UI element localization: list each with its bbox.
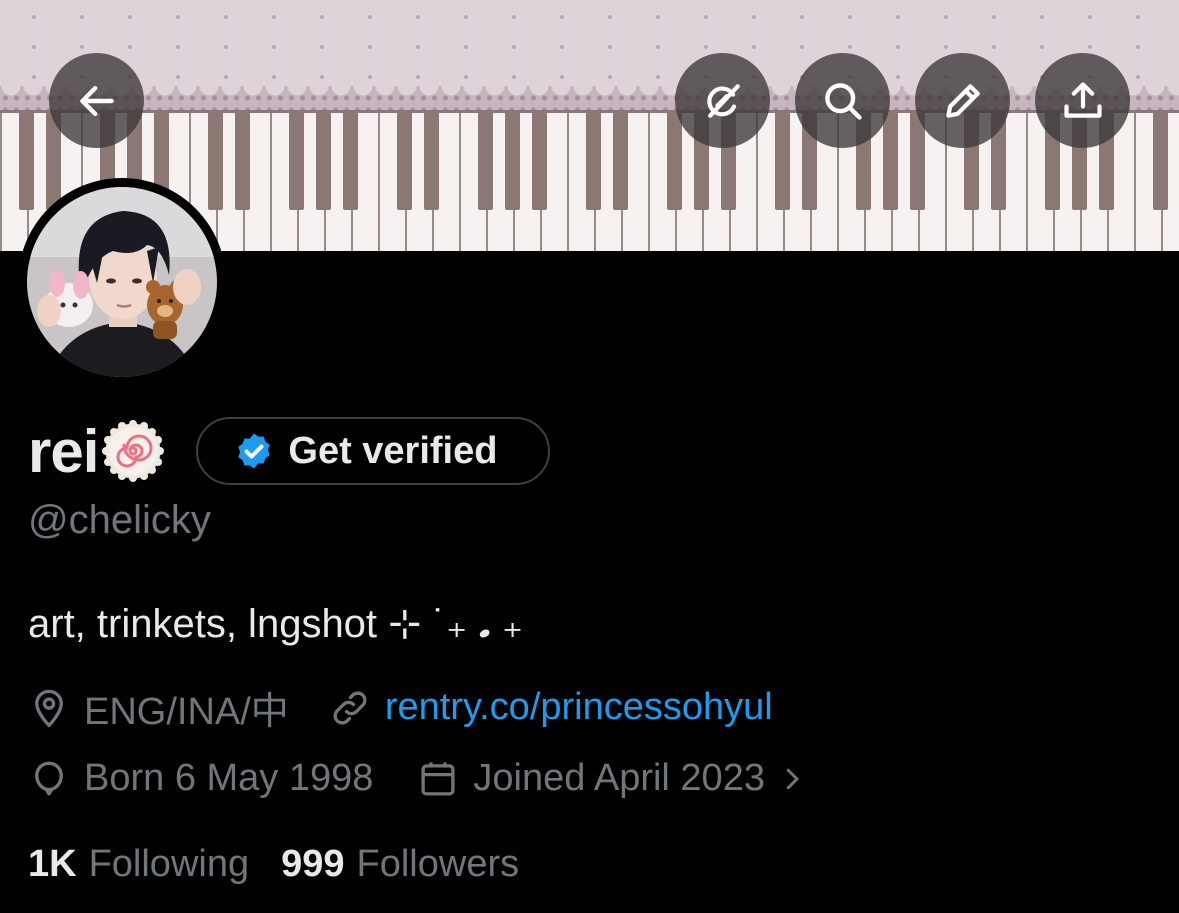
banner-black-key	[343, 113, 358, 210]
banner-black-key	[397, 113, 412, 210]
banner-black-key	[208, 113, 223, 210]
banner-black-key	[883, 113, 898, 210]
back-button[interactable]	[49, 53, 144, 148]
link-icon	[333, 691, 367, 724]
get-verified-button[interactable]: Get verified	[196, 417, 551, 485]
following-stat[interactable]: 1K Following	[28, 843, 249, 886]
avatar[interactable]	[18, 178, 226, 386]
location-text: ENG/INA/中	[84, 691, 289, 733]
followers-stat[interactable]: 999 Followers	[281, 843, 519, 886]
joined-text: Joined April 2023	[473, 757, 765, 799]
birthday-text: Born 6 May 1998	[84, 757, 374, 799]
following-count: 1K	[28, 843, 77, 885]
joined-date[interactable]: Joined April 2023	[417, 757, 807, 800]
birthday: Born 6 May 1998	[28, 757, 373, 800]
share-button[interactable]	[1035, 53, 1130, 148]
followers-label: Followers	[356, 843, 520, 885]
pencil-icon	[945, 83, 980, 118]
banner-black-key	[667, 113, 682, 210]
name-row: rei Get verified	[28, 413, 551, 489]
location-pin-icon	[35, 689, 63, 727]
website[interactable]: rentry.co/princessohyul	[329, 686, 773, 729]
banner-black-key	[613, 113, 628, 210]
avatar-photo	[27, 187, 217, 377]
banner-black-key	[586, 113, 601, 210]
banner-black-key	[532, 113, 547, 210]
follow-stats: 1K Following 999 Followers	[28, 843, 519, 886]
meta-row-location-website: ENG/INA/中 rentry.co/princessohyul	[28, 680, 773, 735]
following-label: Following	[88, 843, 250, 885]
banner-black-key	[316, 113, 331, 210]
narutomaki-icon	[102, 420, 165, 482]
meta-row-birthday-joined: Born 6 May 1998 Joined April 2023	[28, 757, 807, 800]
search-icon	[824, 82, 862, 120]
verified-badge-icon	[238, 433, 271, 469]
arrow-left-icon	[79, 85, 114, 116]
followers-count: 999	[281, 843, 345, 885]
banner-black-key	[478, 113, 493, 210]
display-name: rei	[28, 417, 99, 485]
banner-black-key	[235, 113, 250, 210]
website-link[interactable]: rentry.co/princessohyul	[385, 686, 773, 729]
banner-black-key	[424, 113, 439, 210]
banner-black-key	[505, 113, 520, 210]
grok-icon	[706, 83, 740, 118]
grok-button[interactable]	[675, 53, 770, 148]
location: ENG/INA/中	[28, 680, 289, 735]
banner-black-key	[289, 113, 304, 210]
chevron-right-icon	[786, 768, 799, 789]
calendar-icon	[421, 761, 455, 796]
banner-black-key	[775, 113, 790, 210]
edit-button[interactable]	[915, 53, 1010, 148]
banner-black-key	[1153, 113, 1168, 210]
balloon-icon	[35, 761, 63, 796]
search-button[interactable]	[795, 53, 890, 148]
banner-black-key	[19, 113, 34, 210]
bio-text: art, trinkets, lngshot ⊹ ˙₊ 𝅘 ₊	[28, 602, 524, 646]
get-verified-label: Get verified	[288, 429, 498, 472]
username-handle: @chelicky	[28, 498, 211, 542]
share-icon	[1063, 81, 1102, 118]
